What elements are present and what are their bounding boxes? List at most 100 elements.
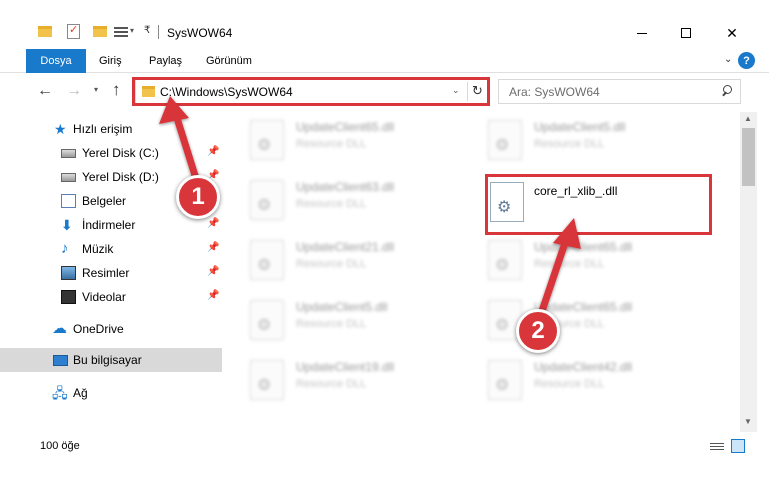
- dll-file-icon: [250, 180, 284, 220]
- vertical-scrollbar[interactable]: ▲ ▼: [740, 112, 757, 432]
- pin-icon[interactable]: 📌: [207, 266, 219, 277]
- videos-icon: [61, 290, 76, 304]
- nav-item-label: Resimler: [82, 266, 130, 280]
- new-folder-icon[interactable]: [93, 26, 107, 37]
- dll-file-icon: [488, 360, 522, 400]
- address-highlight-box: [132, 77, 490, 106]
- tab-share[interactable]: Paylaş: [149, 55, 182, 67]
- file-name: UpdateClient5.dll: [534, 120, 626, 134]
- nav-item-pictures[interactable]: Resimler 📌: [0, 261, 222, 285]
- dll-file-icon: [488, 240, 522, 280]
- file-type: Resource DLL: [534, 378, 605, 390]
- nav-item-label: Yerel Disk (C:): [82, 146, 159, 160]
- nav-item-label: Bu bilgisayar: [73, 353, 142, 367]
- file-item[interactable]: UpdateClient65.dll Resource DLL: [228, 114, 448, 170]
- file-type: Resource DLL: [296, 258, 367, 270]
- documents-icon: [61, 194, 76, 208]
- scroll-up-icon[interactable]: ▲: [744, 114, 752, 123]
- hard-disk-icon: [61, 149, 76, 158]
- scroll-thumb[interactable]: [742, 128, 755, 186]
- dll-file-icon: [250, 240, 284, 280]
- expand-ribbon-icon[interactable]: ⌄: [724, 54, 732, 65]
- file-name: UpdateClient65.dll: [534, 240, 633, 254]
- properties-icon[interactable]: [67, 23, 80, 39]
- tiles-view-icon[interactable]: [731, 439, 745, 453]
- tab-file[interactable]: Dosya: [26, 49, 86, 73]
- dll-file-icon: [250, 360, 284, 400]
- computer-icon: [53, 355, 68, 366]
- customize-toolbar-icon[interactable]: ₹: [144, 25, 150, 36]
- nav-item-network[interactable]: 🖧 Ağ: [0, 381, 222, 405]
- nav-item-label: Yerel Disk (D:): [82, 170, 159, 184]
- recent-locations-icon[interactable]: ▾: [94, 85, 98, 94]
- hard-disk-icon: [61, 173, 76, 182]
- search-placeholder: Ara: SysWOW64: [509, 85, 600, 99]
- downloads-icon: ⬇: [61, 217, 73, 233]
- nav-item-label: Videolar: [82, 290, 126, 304]
- file-item[interactable]: UpdateClient65.dll Resource DLL: [466, 234, 686, 290]
- step-2-callout: 2: [516, 309, 560, 353]
- dll-file-icon: [250, 120, 284, 160]
- minimize-button[interactable]: [622, 19, 662, 47]
- dll-file-icon: [488, 120, 522, 160]
- item-count: 100 öğe: [40, 440, 80, 452]
- file-type: Resource DLL: [296, 378, 367, 390]
- details-view-icon[interactable]: [710, 441, 724, 452]
- tab-view[interactable]: Görünüm: [206, 55, 252, 67]
- help-icon[interactable]: ?: [738, 52, 755, 69]
- file-highlight-box: [485, 174, 712, 235]
- file-name: UpdateClient65.dll: [296, 120, 395, 134]
- file-name: UpdateClient63.dll: [296, 180, 395, 194]
- network-icon: 🖧: [52, 385, 68, 401]
- nav-item-label: Hızlı erişim: [73, 122, 133, 136]
- nav-item-onedrive[interactable]: ☁ OneDrive: [0, 317, 222, 341]
- nav-item-music[interactable]: ♪ Müzik 📌: [0, 237, 222, 261]
- nav-item-label: Belgeler: [82, 194, 127, 208]
- title-bar: ▾ ₹ SysWOW64 ✕: [0, 0, 769, 46]
- forward-arrow-icon[interactable]: →: [66, 82, 82, 100]
- file-item[interactable]: UpdateClient5.dll Resource DLL: [228, 294, 448, 350]
- view-icon[interactable]: [114, 25, 128, 38]
- step-1-callout: 1: [176, 175, 220, 219]
- status-bar: 100 öğe: [0, 434, 769, 458]
- back-arrow-icon[interactable]: ←: [37, 82, 53, 100]
- pictures-icon: [61, 266, 76, 280]
- close-icon: ✕: [726, 24, 738, 41]
- nav-item-local-disk-c[interactable]: Yerel Disk (C:) 📌: [0, 141, 222, 165]
- file-name: UpdateClient42.dll: [534, 360, 633, 374]
- file-type: Resource DLL: [296, 138, 367, 150]
- tab-home[interactable]: Giriş: [99, 55, 122, 67]
- search-input[interactable]: Ara: SysWOW64: [498, 79, 741, 104]
- navigation-pane: ★ Hızlı erişim Yerel Disk (C:) 📌 Yerel D…: [0, 112, 222, 432]
- up-arrow-icon[interactable]: ↑: [112, 80, 121, 100]
- file-item[interactable]: UpdateClient21.dll Resource DLL: [228, 234, 448, 290]
- nav-item-label: OneDrive: [73, 322, 124, 336]
- file-item[interactable]: UpdateClient65.dll Resource DLL: [466, 294, 686, 350]
- file-type: Resource DLL: [534, 138, 605, 150]
- file-item[interactable]: UpdateClient19.dll Resource DLL: [228, 354, 448, 410]
- file-item[interactable]: UpdateClient42.dll Resource DLL: [466, 354, 686, 410]
- nav-item-label: Ağ: [73, 386, 88, 400]
- close-button[interactable]: ✕: [712, 19, 752, 47]
- ribbon-tabs: Dosya Giriş Paylaş Görünüm ⌄ ?: [0, 49, 769, 73]
- chevron-down-icon[interactable]: ▾: [130, 26, 134, 35]
- pin-icon[interactable]: 📌: [207, 218, 219, 229]
- window-title: SysWOW64: [167, 26, 233, 40]
- dll-file-icon: [250, 300, 284, 340]
- pin-icon[interactable]: 📌: [207, 146, 219, 157]
- nav-item-videos[interactable]: Videolar 📌: [0, 285, 222, 309]
- scroll-down-icon[interactable]: ▼: [744, 417, 752, 426]
- search-icon[interactable]: [721, 84, 733, 98]
- file-item[interactable]: UpdateClient63.dll Resource DLL: [228, 174, 448, 230]
- nav-item-this-pc[interactable]: Bu bilgisayar: [0, 348, 222, 372]
- nav-item-quick-access[interactable]: ★ Hızlı erişim: [0, 117, 222, 141]
- file-name: UpdateClient19.dll: [296, 360, 395, 374]
- pin-icon[interactable]: 📌: [207, 242, 219, 253]
- folder-icon: [38, 26, 52, 37]
- file-item[interactable]: UpdateClient5.dll Resource DLL: [466, 114, 686, 170]
- address-row: ← → ▾ ↑ C:\Windows\SysWOW64 ⌄ ↻ Ara: Sys…: [0, 74, 769, 110]
- maximize-button[interactable]: [666, 19, 706, 47]
- file-list: UpdateClient65.dll Resource DLL UpdateCl…: [228, 112, 738, 432]
- file-name: UpdateClient5.dll: [296, 300, 388, 314]
- pin-icon[interactable]: 📌: [207, 290, 219, 301]
